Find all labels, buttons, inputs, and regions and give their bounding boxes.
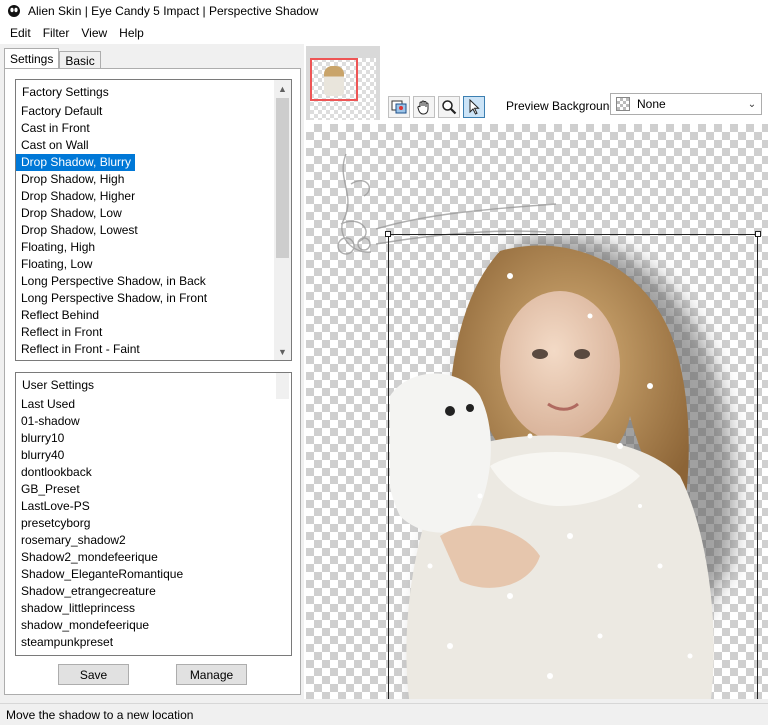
list-item[interactable]: LastLove-PS bbox=[16, 498, 274, 515]
list-item[interactable]: Shadow2_mondefeerique bbox=[16, 549, 274, 566]
list-item[interactable]: Floating, High bbox=[16, 239, 274, 256]
manage-button[interactable]: Manage bbox=[176, 664, 247, 685]
list-item[interactable]: Long Perspective Shadow, in Back bbox=[16, 273, 274, 290]
scroll-thumb[interactable] bbox=[276, 98, 289, 258]
preview-canvas[interactable] bbox=[306, 124, 768, 699]
chevron-down-icon[interactable]: ⌄ bbox=[743, 99, 761, 110]
list-item[interactable]: Drop Shadow, Higher bbox=[16, 188, 274, 205]
preview-background-value: None bbox=[637, 97, 666, 111]
list-item[interactable]: shadow_littleprincess bbox=[16, 600, 274, 617]
list-item[interactable]: Cast on Wall bbox=[16, 137, 274, 154]
pointer-arrow-icon[interactable] bbox=[463, 96, 485, 118]
preview-background-select[interactable]: None ⌄ bbox=[610, 93, 762, 115]
list-item[interactable]: shadow_mondefeerique bbox=[16, 617, 274, 634]
status-bar: Move the shadow to a new location bbox=[0, 703, 768, 725]
zoom-magnifier-icon[interactable] bbox=[438, 96, 460, 118]
settings-tab-body: Factory Settings Factory Default Cast in… bbox=[4, 68, 301, 695]
title-bar: Alien Skin | Eye Candy 5 Impact | Perspe… bbox=[0, 0, 768, 22]
menu-view[interactable]: View bbox=[75, 22, 113, 44]
factory-settings-items: Factory Default Cast in Front Cast on Wa… bbox=[16, 103, 274, 358]
list-item[interactable]: GB_Preset bbox=[16, 481, 274, 498]
factory-scrollbar[interactable]: ▲ ▼ bbox=[274, 80, 291, 360]
menu-help[interactable]: Help bbox=[113, 22, 150, 44]
settings-panel: Settings Basic Factory Settings Factory … bbox=[0, 44, 304, 699]
list-item[interactable]: steampunkpreset bbox=[16, 634, 274, 651]
status-text: Move the shadow to a new location bbox=[6, 708, 194, 722]
tab-strip: Settings Basic bbox=[4, 48, 101, 70]
tab-settings[interactable]: Settings bbox=[4, 48, 60, 70]
scroll-up-arrow-icon[interactable]: ▲ bbox=[274, 80, 291, 97]
list-item[interactable]: presetcyborg bbox=[16, 515, 274, 532]
list-item[interactable]: Drop Shadow, Lowest bbox=[16, 222, 274, 239]
list-item[interactable]: Last Used bbox=[16, 396, 274, 413]
menu-filter[interactable]: Filter bbox=[37, 22, 76, 44]
list-item[interactable]: dontlookback bbox=[16, 464, 274, 481]
preview-panel: Preview Background: None ⌄ bbox=[304, 44, 768, 699]
list-item[interactable]: Reflect in Front - Faint bbox=[16, 341, 274, 358]
user-settings-items: Last Used 01-shadow blurry10 blurry40 do… bbox=[16, 396, 274, 651]
user-scrollbar[interactable] bbox=[274, 373, 291, 655]
subject-photo bbox=[390, 236, 735, 699]
list-item[interactable]: Drop Shadow, High bbox=[16, 171, 274, 188]
list-item[interactable]: Factory Default bbox=[16, 103, 274, 120]
preview-background-label: Preview Background: bbox=[506, 99, 620, 113]
list-item[interactable]: Reflect in Front bbox=[16, 324, 274, 341]
list-item[interactable]: blurry40 bbox=[16, 447, 274, 464]
navigator-view-rect[interactable] bbox=[310, 58, 358, 101]
list-item[interactable]: Drop Shadow, Low bbox=[16, 205, 274, 222]
window-title: Alien Skin | Eye Candy 5 Impact | Perspe… bbox=[28, 4, 319, 18]
alien-skin-icon bbox=[8, 5, 20, 17]
factory-settings-list[interactable]: Factory Settings Factory Default Cast in… bbox=[15, 79, 292, 361]
list-item[interactable]: blurry10 bbox=[16, 430, 274, 447]
navigator-icon[interactable] bbox=[388, 96, 410, 118]
user-settings-list[interactable]: User Settings Last Used 01-shadow blurry… bbox=[15, 372, 292, 656]
navigator[interactable] bbox=[306, 46, 380, 120]
factory-settings-header: Factory Settings bbox=[22, 85, 109, 99]
list-item-selected[interactable]: Drop Shadow, Blurry bbox=[16, 154, 136, 171]
scroll-down-arrow-icon[interactable]: ▼ bbox=[274, 343, 291, 360]
menu-edit[interactable]: Edit bbox=[4, 22, 37, 44]
hand-pan-icon[interactable] bbox=[413, 96, 435, 118]
list-item[interactable]: rosemary_shadow2 bbox=[16, 532, 274, 549]
transparent-swatch-icon bbox=[616, 97, 630, 111]
save-button[interactable]: Save bbox=[58, 664, 129, 685]
list-item[interactable]: Cast in Front bbox=[16, 120, 274, 137]
list-item[interactable]: Reflect Behind bbox=[16, 307, 274, 324]
navigator-thumbnail[interactable] bbox=[310, 58, 376, 120]
scroll-thumb[interactable] bbox=[276, 373, 289, 399]
list-item[interactable]: 01-shadow bbox=[16, 413, 274, 430]
user-settings-header: User Settings bbox=[22, 378, 95, 392]
list-item[interactable]: Long Perspective Shadow, in Front bbox=[16, 290, 274, 307]
list-item[interactable]: Shadow_EleganteRomantique bbox=[16, 566, 274, 583]
list-item[interactable]: Shadow_etrangecreature bbox=[16, 583, 274, 600]
menu-bar: Edit Filter View Help bbox=[0, 22, 768, 44]
preview-toolbar bbox=[388, 96, 485, 118]
list-item[interactable]: Floating, Low bbox=[16, 256, 274, 273]
